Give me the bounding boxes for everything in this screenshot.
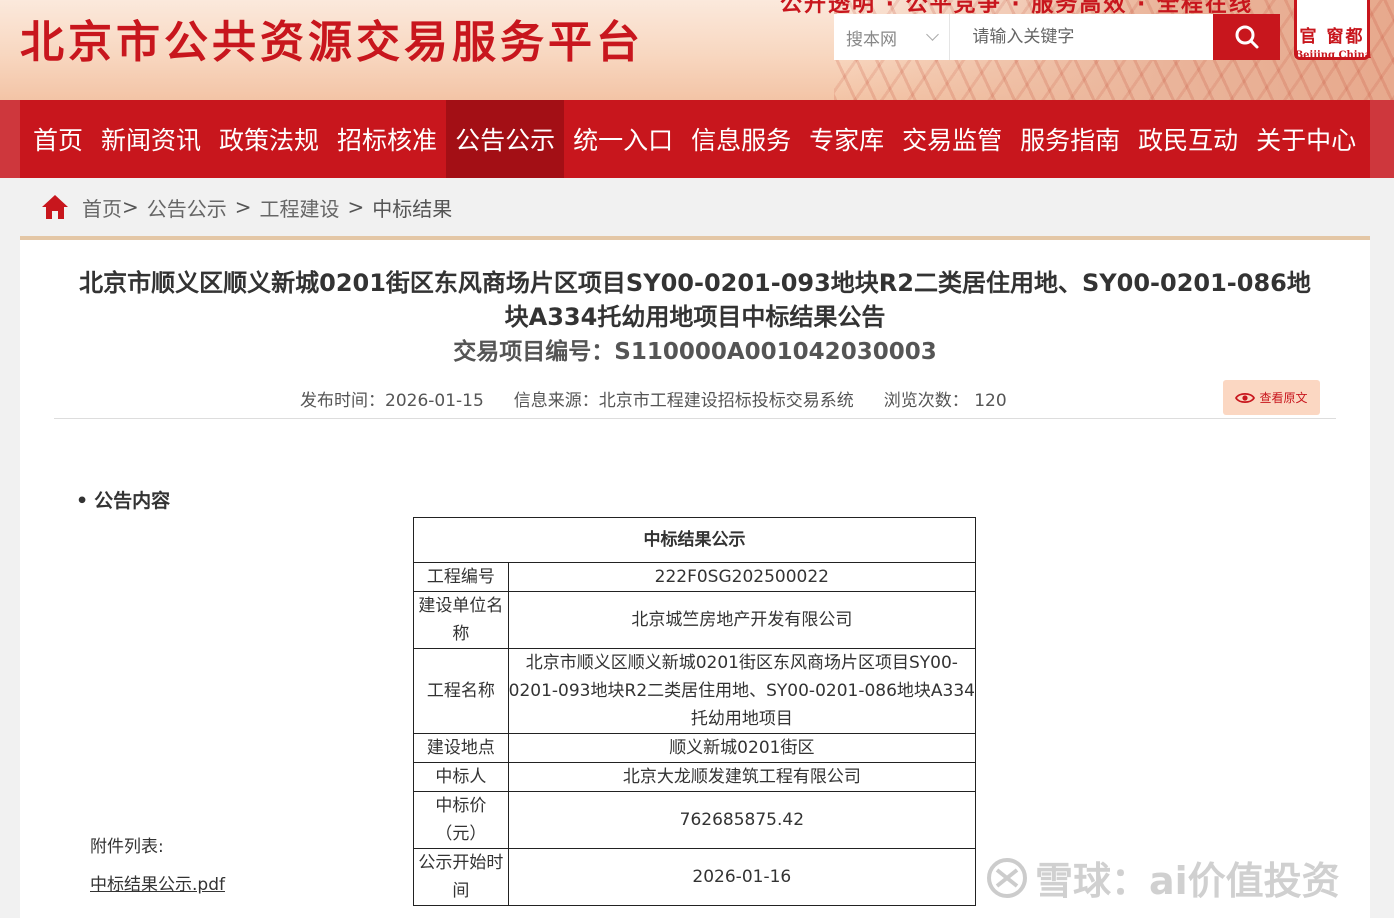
nav-edge-right [1370,100,1394,178]
table-row: 中标价（元） 762685875.42 [413,791,977,849]
row-key: 工程编号 [413,562,509,592]
breadcrumb-current: 中标结果 [372,196,453,221]
view-count-value: 120 [974,391,1007,411]
nav-item-about[interactable]: 关于中心 [1247,100,1365,178]
value-line: 北京市顺义区顺义新城0201街区东风商场片区项目SY00- [525,653,958,673]
site-title[interactable]: 北京市公共资源交易服务平台 [20,6,644,70]
row-value: 北京大龙顺发建筑工程有限公司 [507,762,977,792]
breadcrumb-separator: > [347,195,365,219]
breadcrumb-separator: > [122,195,139,219]
row-value: 222F0SG202500022 [507,562,977,592]
row-key: 中标价（元） [413,791,509,849]
table-caption: 中标结果公示 [413,517,976,563]
logo-text: 官 窗都 [1299,27,1365,47]
article-title: 北京市顺义区顺义新城0201街区东风商场片区项目SY00-0201-093地块R… [54,266,1336,334]
nav-item-supervision[interactable]: 交易监管 [893,100,1011,178]
nav-item-policy[interactable]: 政策法规 [210,100,328,178]
nav-item-home[interactable]: 首页 [24,100,92,178]
table-row: 建设单位名称 北京城竺房地产开发有限公司 [413,591,977,649]
nav-item-interaction[interactable]: 政民互动 [1129,100,1247,178]
view-count: 浏览次数： 120 [884,386,1007,411]
nav-item-news[interactable]: 新闻资讯 [92,100,210,178]
row-value: 北京城竺房地产开发有限公司 [507,591,977,649]
chevron-down-icon [926,28,940,41]
nav-edge-left [0,100,20,178]
search-input[interactable] [950,14,1214,60]
row-value: 2026-01-16 [507,848,977,906]
home-icon[interactable] [40,193,70,221]
search-icon [1235,25,1259,49]
publish-time: 发布时间：2026-01-15 [300,391,484,411]
value-line: 0201-093地块R2二类居住用地、SY00-0201-086地块A334 [508,681,975,701]
nav-item-info-service[interactable]: 信息服务 [682,100,800,178]
article-title-line1: 北京市顺义区顺义新城0201街区东风商场片区项目SY00-0201-093地块R… [79,269,1311,297]
breadcrumb-separator: > [234,195,252,219]
row-key: 建设地点 [413,733,509,763]
row-value-multiline: 北京市顺义区顺义新城0201街区东风商场片区项目SY00- 0201-093地块… [507,648,977,734]
row-value: 762685875.42 [507,791,977,849]
breadcrumb-engineering[interactable]: 工程建设 [260,193,340,222]
nav-item-service-guide[interactable]: 服务指南 [1011,100,1129,178]
table-row: 中标人 北京大龙顺发建筑工程有限公司 [413,762,977,792]
attachments-label: 附件列表: [90,837,164,857]
search-button[interactable] [1213,14,1280,60]
breadcrumb-announcements[interactable]: 公告公示 [147,193,227,222]
nav-item-expert-pool[interactable]: 专家库 [800,100,893,178]
info-source: 信息来源：北京市工程建设招标投标交易系统 [513,391,854,411]
search-scope-label: 搜本网 [846,29,897,50]
row-key: 公示开始时间 [413,848,509,906]
main-nav: 首页 新闻资讯 政策法规 招标核准 公告公示 统一入口 信息服务 专家库 交易监… [20,100,1370,178]
view-original-label: 查看原文 [1259,391,1308,405]
project-code: 交易项目编号：S110000A001042030003 [453,339,937,365]
table-row: 工程名称 北京市顺义区顺义新城0201街区东风商场片区项目SY00- 0201-… [413,648,977,734]
nav-item-announcements[interactable]: 公告公示 [446,100,565,178]
watermark: 雪球：ai价值投资 [985,850,1340,905]
nav-item-bidding-approval[interactable]: 招标核准 [328,100,446,178]
eye-icon [1235,392,1256,403]
watermark-text: 雪球：ai价值投资 [1035,859,1340,903]
table-row: 工程编号 222F0SG202500022 [413,562,977,592]
view-original-button[interactable]: 查看原文 [1223,380,1320,415]
row-key: 中标人 [413,762,509,792]
article-card: 北京市顺义区顺义新城0201街区东风商场片区项目SY00- 0201-093地块R… [20,236,1370,918]
value-line: 托幼用地项目 [690,709,793,729]
table-row: 建设地点 顺义新城0201街区 [413,733,977,763]
breadcrumb-home[interactable]: 首页 [82,193,122,222]
logo-subtext: Beijing China [1294,50,1372,61]
table-row: 公示开始时间 2026-01-16 [413,848,977,906]
article-title-line2: 块A334托幼用地项目中标结果公告 [504,303,886,331]
row-key: 工程名称 [413,648,509,734]
section-title: 公告内容 [76,486,170,513]
table-header-row: 中标结果公示 [413,517,976,563]
meta-divider [54,418,1336,419]
search-scope-select[interactable]: 搜本网 [834,14,951,60]
search-box: 搜本网 [834,14,1280,60]
row-key: 建设单位名称 [413,591,509,649]
attachment-link[interactable]: 中标结果公示.pdf [90,870,225,895]
snowball-logo-icon [987,857,1027,898]
nav-item-unified-entry[interactable]: 统一入口 [564,100,682,178]
row-value: 顺义新城0201街区 [507,733,977,763]
article-meta: 发布时间：2026-01-15 信息来源：北京市工程建设招标投标交易系统 浏览次… [300,386,1007,411]
breadcrumb: 首页 > 公告公示 > 工程建设 > 中标结果 [40,190,452,224]
view-count-label: 浏览次数： [883,391,969,411]
result-table: 中标结果公示 工程编号 222F0SG202500022 建设单位名称 北京城竺… [413,517,977,906]
